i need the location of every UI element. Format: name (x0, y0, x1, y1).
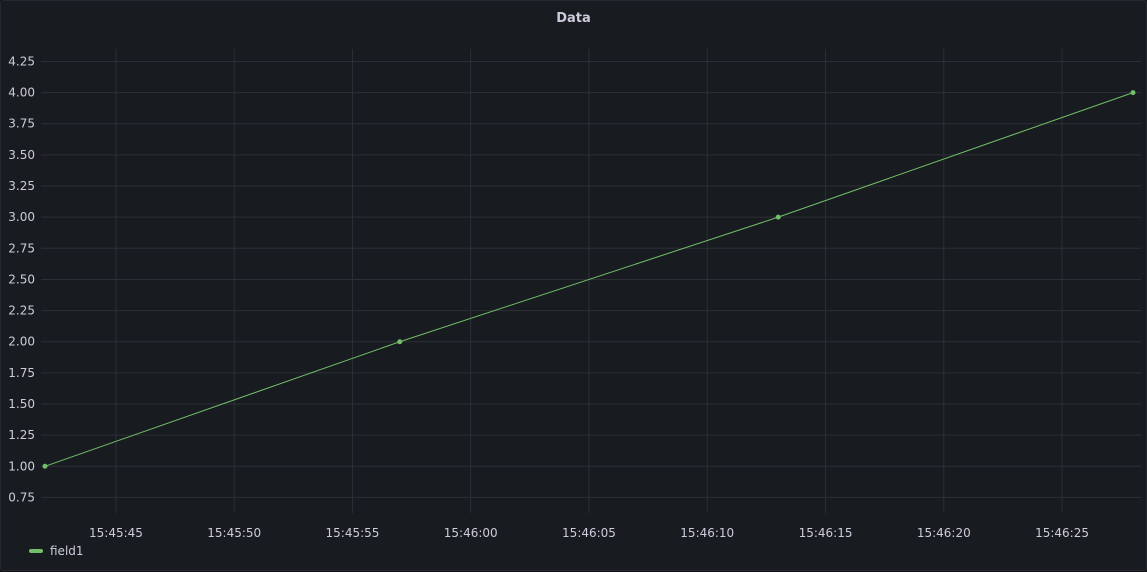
x-tick-label: 15:45:45 (89, 526, 143, 540)
y-tick-label: 3.00 (8, 210, 35, 224)
data-point (42, 463, 48, 469)
legend[interactable]: field1 (29, 544, 84, 558)
y-tick-label: 3.25 (8, 179, 35, 193)
y-tick-label: 4.00 (8, 86, 35, 100)
y-tick-label: 2.00 (8, 335, 35, 349)
y-tick-label: 0.75 (8, 490, 35, 504)
y-tick-label: 3.50 (8, 148, 35, 162)
y-tick-label: 4.25 (8, 54, 35, 68)
y-tick-label: 1.00 (8, 459, 35, 473)
y-tick-label: 1.25 (8, 428, 35, 442)
data-point (1130, 90, 1136, 96)
y-tick-label: 2.50 (8, 272, 35, 286)
x-tick-label: 15:46:15 (799, 526, 853, 540)
x-tick-label: 15:45:55 (326, 526, 380, 540)
y-tick-label: 1.75 (8, 366, 35, 380)
y-tick-label: 3.75 (8, 117, 35, 131)
x-tick-label: 15:46:20 (917, 526, 971, 540)
y-tick-label: 2.25 (8, 304, 35, 318)
legend-label[interactable]: field1 (50, 544, 84, 558)
x-tick-label: 15:46:10 (680, 526, 734, 540)
x-tick-label: 15:46:05 (562, 526, 616, 540)
y-tick-label: 2.75 (8, 241, 35, 255)
line-chart: 0.75 1.00 1.25 1.50 1.75 2.00 2.25 2.50 2.75 3.00… (8, 49, 1141, 540)
data-point (775, 214, 781, 220)
x-tick-label: 15:46:00 (444, 526, 498, 540)
y-tick-label: 1.50 (8, 397, 35, 411)
chart-panel: Data 0.75 1.00 1.25 1.50 1.75 2.00 2.25 2.50 2.7… (0, 0, 1147, 571)
legend-swatch (29, 549, 43, 553)
x-tick-label: 15:45:50 (207, 526, 261, 540)
data-point (397, 339, 403, 345)
x-tick-label: 15:46:25 (1035, 526, 1089, 540)
